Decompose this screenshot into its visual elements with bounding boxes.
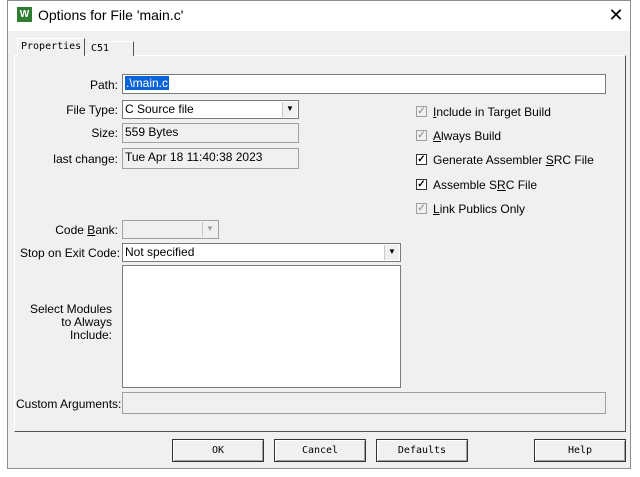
tab-properties[interactable]: Properties bbox=[17, 38, 86, 56]
help-button[interactable]: Help bbox=[534, 439, 626, 462]
size-value: 559 Bytes bbox=[125, 125, 179, 139]
link-publics-checkbox[interactable]: ✓ bbox=[416, 203, 427, 214]
size-field: 559 Bytes bbox=[122, 123, 299, 143]
assemble-src-checkbox[interactable]: ✓ bbox=[416, 179, 427, 190]
app-icon: W bbox=[17, 7, 32, 22]
include-target-build-label: Include in Target Build bbox=[433, 105, 551, 119]
assemble-src-label: Assemble SRC File bbox=[433, 178, 538, 192]
stop-exit-code-label: Stop on Exit Code: bbox=[20, 246, 121, 260]
size-label: Size: bbox=[91, 126, 118, 140]
custom-arguments-label: Custom Arguments: bbox=[16, 397, 122, 411]
file-type-value: C Source file bbox=[125, 102, 194, 116]
chevron-down-icon[interactable]: ▼ bbox=[384, 245, 399, 260]
chevron-down-icon[interactable]: ▼ bbox=[202, 222, 217, 237]
last-change-label: last change: bbox=[53, 152, 118, 166]
file-type-select[interactable]: C Source file ▼ bbox=[122, 100, 299, 119]
path-field[interactable]: .\main.c bbox=[122, 74, 606, 94]
close-icon[interactable]: ✕ bbox=[606, 4, 626, 26]
code-bank-select[interactable]: ▼ bbox=[122, 220, 219, 239]
file-type-label: File Type: bbox=[66, 103, 118, 117]
select-modules-label: Select Modules to Always Include: bbox=[29, 302, 112, 342]
generate-asm-src-label: Generate Assembler SRC File bbox=[433, 153, 594, 167]
window-title: Options for File 'main.c' bbox=[38, 7, 184, 23]
cancel-button[interactable]: Cancel bbox=[274, 439, 366, 462]
stop-exit-code-select[interactable]: Not specified ▼ bbox=[122, 243, 401, 262]
chevron-down-icon[interactable]: ▼ bbox=[282, 102, 297, 117]
code-bank-label: Code Bank: bbox=[55, 223, 118, 237]
ok-button[interactable]: OK bbox=[172, 439, 264, 462]
modules-listbox[interactable] bbox=[122, 265, 401, 388]
generate-asm-src-checkbox[interactable]: ✓ bbox=[416, 154, 427, 165]
include-target-build-checkbox[interactable]: ✓ bbox=[416, 106, 427, 117]
last-change-value: Tue Apr 18 11:40:38 2023 bbox=[125, 150, 263, 164]
path-label: Path: bbox=[89, 78, 118, 92]
path-value: .\main.c bbox=[125, 76, 170, 90]
tab-c51[interactable]: C51 bbox=[88, 41, 134, 56]
always-build-label: Always Build bbox=[433, 129, 502, 143]
always-build-checkbox[interactable]: ✓ bbox=[416, 130, 427, 141]
custom-arguments-field[interactable] bbox=[122, 392, 606, 414]
last-change-field: Tue Apr 18 11:40:38 2023 bbox=[122, 148, 299, 169]
stop-exit-code-value: Not specified bbox=[125, 245, 195, 259]
defaults-button[interactable]: Defaults bbox=[376, 439, 468, 462]
link-publics-label: Link Publics Only bbox=[433, 202, 526, 216]
